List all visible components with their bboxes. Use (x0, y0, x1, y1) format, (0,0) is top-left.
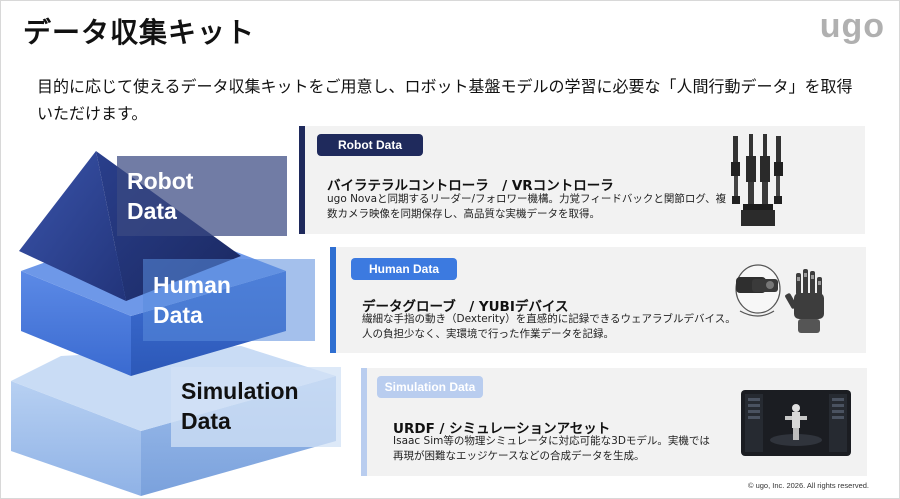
desc-line: Isaac Sim等の物理シミュレータに対応可能な3Dモデル。実機では (393, 435, 710, 447)
robot-data-badge: Robot Data (317, 134, 423, 156)
tier-label-human-line2: Data (153, 302, 203, 328)
desc-line: ugo Novaと同期するリーダー/フォロワー機構。力覚フィードバックと関節ログ… (327, 193, 727, 205)
simulation-data-description: Isaac Sim等の物理シミュレータに対応可能な3Dモデル。実機では 再現が困… (393, 434, 723, 464)
tier-label-simulation-line1: Simulation (181, 378, 299, 404)
human-data-card: Human Data データグローブ / YUBIデバイス 繊細な手指の動き（D… (330, 247, 866, 353)
card-accent-bar (299, 126, 305, 234)
human-data-description: 繊細な手指の動き（Dexterity）を直感的に記録できるウェアラブルデバイス。… (362, 312, 742, 342)
human-data-badge: Human Data (351, 258, 457, 280)
robot-data-card: Robot Data バイラテラルコントローラ / VRコントローラ ugo N… (299, 126, 865, 234)
bilateral-controller-arms-image (731, 134, 783, 226)
simulation-data-card: Simulation Data URDF / シミュレーションアセット Isaa… (361, 368, 867, 476)
desc-line: 再現が困難なエッジケースなどの合成データを生成。 (393, 450, 645, 462)
tier-label-human-line1: Human (153, 272, 231, 298)
desc-line: 数カメラ映像を同期保存し、高品質な実機データを取得。 (327, 208, 600, 220)
card-accent-bar (330, 247, 336, 353)
page-title: データ収集キット (23, 16, 256, 49)
simulation-data-badge: Simulation Data (377, 376, 483, 398)
vr-headset-and-data-glove-image (735, 264, 824, 333)
tier-label-robot-line2: Data (127, 198, 177, 224)
slide: データ収集キット ugo 目的に応じて使えるデータ収集キットをご用意し、ロボット… (0, 0, 900, 499)
tier-label-simulation: Simulation Data (171, 367, 341, 447)
desc-line: 人の負担少なく、実環境で行った作業データを記録。 (362, 328, 614, 340)
robot-data-heading: バイラテラルコントローラ / VRコントローラ (327, 178, 614, 194)
copyright-footer: © ugo, Inc. 2026. All rights reserved. (747, 481, 869, 490)
ugo-logo: ugo (819, 7, 885, 45)
intro-text: 目的に応じて使えるデータ収集キットをご用意し、ロボット基盤モデルの学習に必要な「… (37, 77, 853, 123)
desc-line: 繊細な手指の動き（Dexterity）を直感的に記録できるウェアラブルデバイス。 (362, 313, 736, 325)
tier-label-robot-line1: Robot (127, 168, 194, 194)
tier-label-human: Human Data (143, 259, 315, 341)
tier-label-simulation-line2: Data (181, 408, 231, 434)
simulation-screen-image (741, 390, 851, 456)
robot-data-description: ugo Novaと同期するリーダー/フォロワー機構。力覚フィードバックと関節ログ… (327, 192, 747, 222)
tier-label-robot: Robot Data (117, 156, 287, 236)
card-accent-bar (361, 368, 367, 476)
